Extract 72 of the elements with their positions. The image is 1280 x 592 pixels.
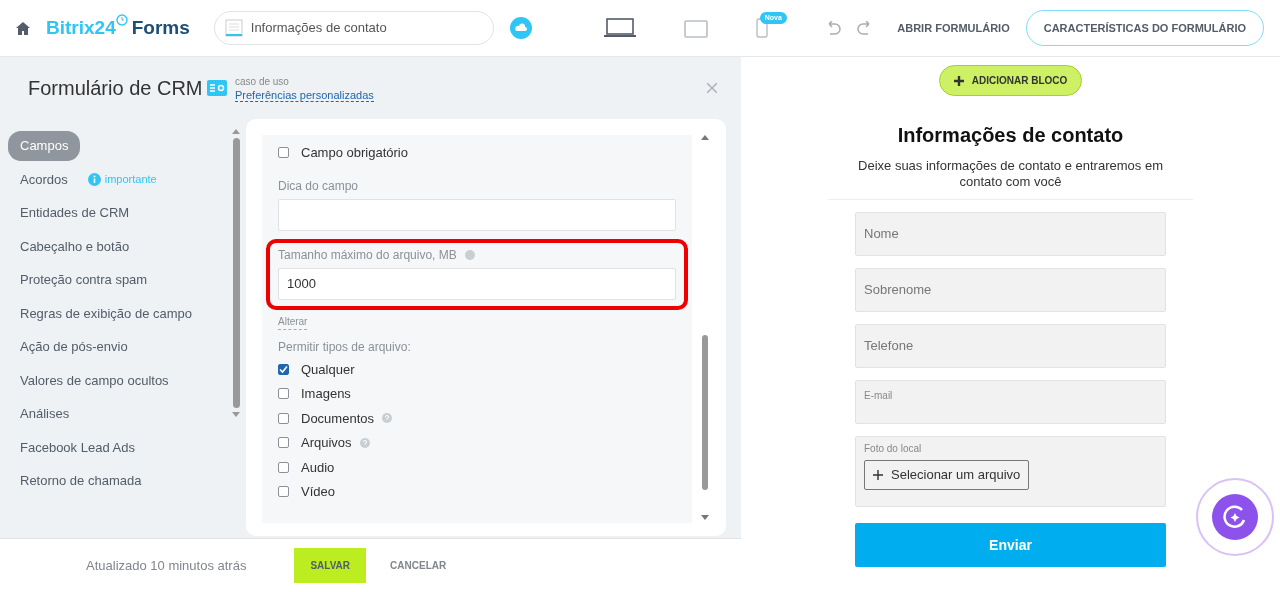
scrollbar-thumb[interactable]	[232, 138, 240, 408]
checkbox[interactable]	[278, 388, 289, 400]
add-block-button[interactable]: ADICIONAR BLOCO	[938, 65, 1083, 96]
brand-name: Bitrix24	[46, 15, 116, 40]
checkbox[interactable]	[278, 147, 289, 159]
scroll-down-icon[interactable]	[701, 515, 709, 520]
sidebar-item[interactable]: Acordos	[8, 164, 80, 194]
use-case-label: caso de uso	[235, 74, 290, 89]
laptop-icon[interactable]	[603, 18, 636, 39]
checkbox[interactable]	[278, 412, 289, 424]
assistant-icon	[1211, 493, 1259, 541]
undo-icon[interactable]	[825, 21, 842, 35]
sidebar-item[interactable]: Facebook Lead Ads	[8, 432, 147, 462]
close-icon[interactable]	[707, 83, 717, 93]
use-case-link[interactable]: Preferências personalizadas	[235, 88, 374, 103]
open-form-link[interactable]: ABRIR FORMULÁRIO	[897, 19, 1010, 37]
sidebar-item[interactable]: Análises	[8, 399, 82, 429]
field-label: Dica do campo	[278, 177, 360, 195]
sidebar-item[interactable]: Ação de pós-envio	[8, 332, 140, 362]
field-label: Tamanho máximo do arquivo, MB	[278, 246, 457, 264]
update-status: Atualizado 10 minutos atrás	[86, 556, 247, 575]
input-field[interactable]: Telefone	[855, 324, 1166, 369]
checkbox-label[interactable]: Documentos	[301, 408, 374, 428]
input-field[interactable]: E-mail	[855, 380, 1166, 425]
field-label: Foto do local	[864, 442, 923, 457]
section-label: Permitir tipos de arquivo:	[278, 338, 412, 356]
plus-icon	[873, 469, 883, 480]
sidebar-item[interactable]: Cabeçalho e botão	[8, 231, 142, 261]
tablet-icon[interactable]	[683, 19, 708, 38]
form-icon	[224, 19, 243, 37]
check-icon	[279, 364, 288, 374]
settings-card-icon	[207, 80, 227, 96]
checkbox-label[interactable]: Campo obrigatório	[301, 143, 408, 163]
input-field[interactable]: Sobrenome	[855, 268, 1166, 313]
help-icon	[464, 249, 475, 260]
checkbox[interactable]	[278, 461, 289, 473]
important-label: importante	[104, 172, 157, 187]
checkbox[interactable]	[278, 363, 289, 375]
input-field[interactable]: Nome	[855, 212, 1166, 257]
scrollbar-thumb[interactable]	[702, 335, 708, 490]
scroll-down-icon[interactable]	[232, 412, 240, 417]
sidebar-item[interactable]: Entidades de CRM	[8, 198, 142, 228]
panel-title: Formulário de CRM	[27, 76, 204, 101]
cancel-link[interactable]: CANCELAR	[390, 558, 447, 573]
home-icon[interactable]	[16, 21, 30, 35]
cloud-icon[interactable]	[509, 17, 532, 39]
checkbox-label[interactable]: Qualquer	[301, 359, 355, 379]
input-field[interactable]: 1000	[278, 267, 676, 300]
sidebar-item[interactable]: Regras de exibição de campo	[8, 298, 204, 328]
checkbox-label[interactable]: Arquivos	[301, 433, 352, 453]
sidebar-item[interactable]: Retorno de chamada	[8, 466, 154, 496]
field-label: E-mail	[864, 390, 893, 402]
checkbox[interactable]	[278, 486, 289, 498]
select-file-button[interactable]: Selecionar um arquivo	[864, 460, 1030, 490]
sidebar-item[interactable]: Valores de campo ocultos	[8, 365, 181, 395]
brand-product: Forms	[131, 15, 190, 40]
form-features-button[interactable]: CARACTERÍSTICAS DO FORMULÁRIO	[1025, 10, 1264, 46]
form-subtitle: Deixe suas informações de contato e entraremos em contato com você	[857, 158, 1164, 190]
checkbox-label[interactable]: Imagens	[301, 384, 351, 404]
save-button[interactable]: SALVAR	[294, 548, 367, 583]
clock-icon	[115, 13, 128, 26]
info-icon	[87, 172, 101, 186]
scroll-up-icon[interactable]	[701, 135, 709, 140]
input-field[interactable]	[278, 198, 676, 231]
checkbox-label[interactable]: Audio	[301, 457, 335, 477]
sidebar-item[interactable]: Proteção contra spam	[8, 265, 160, 295]
checkbox[interactable]	[278, 437, 289, 449]
plus-icon	[953, 75, 964, 86]
scroll-up-icon[interactable]	[232, 129, 240, 134]
assistant-button[interactable]	[1196, 478, 1274, 556]
form-title: Informações de contato	[897, 123, 1124, 148]
checkbox-label[interactable]: Vídeo	[301, 482, 335, 502]
